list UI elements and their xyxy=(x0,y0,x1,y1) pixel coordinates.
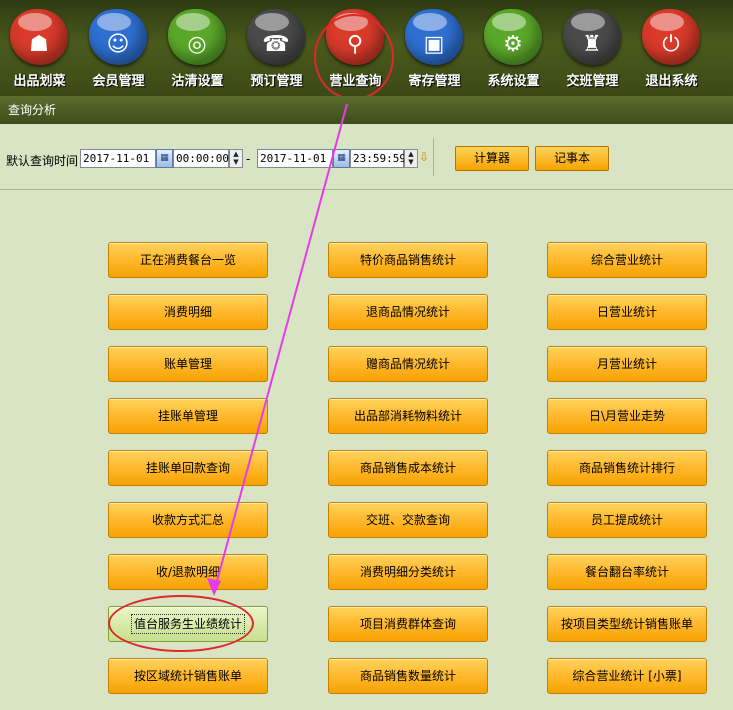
annotation-arrow xyxy=(207,103,348,596)
arrow-head xyxy=(207,578,221,596)
arrow-line xyxy=(213,103,348,593)
